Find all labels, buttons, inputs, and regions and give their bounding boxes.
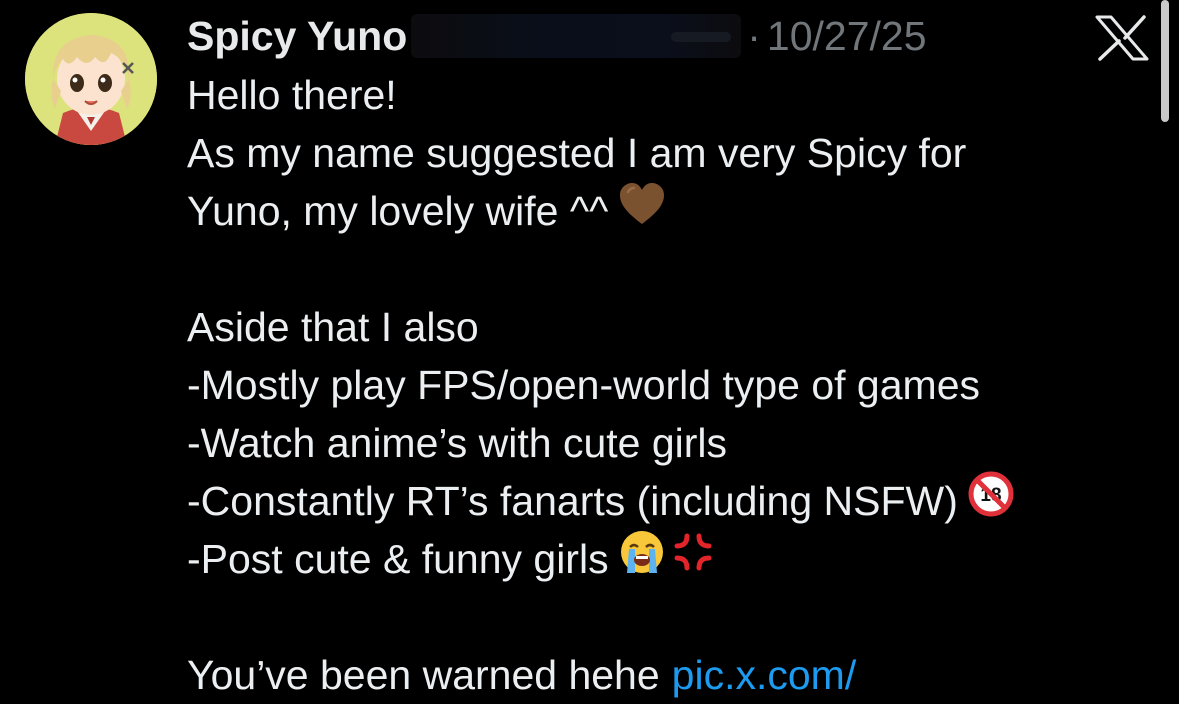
text-line: Hello there! [187, 72, 397, 118]
text-line: Aside that I also [187, 304, 479, 350]
text-line: As my name suggested I am very Spicy for [187, 130, 967, 176]
list-item: -Post cute & funny girls [187, 530, 1157, 588]
media-link[interactable]: pic.x.com/ [672, 646, 857, 704]
display-name[interactable]: Spicy Yuno [187, 13, 407, 60]
scrollbar-thumb[interactable] [1161, 0, 1169, 122]
list-item: -Constantly RT’s fanarts (including NSFW… [187, 471, 1157, 532]
post-header: Spicy Yuno · 10/27/25 [187, 8, 927, 64]
loudly-crying-face-icon [619, 529, 665, 590]
avatar[interactable] [25, 13, 157, 145]
separator-dot: · [747, 12, 761, 59]
text-line: Yuno, my lovely wife ^^ [187, 182, 1157, 240]
no-under-eighteen-icon: 18 [968, 471, 1014, 532]
anger-symbol-icon [671, 530, 715, 589]
post-date[interactable]: 10/27/25 [767, 13, 927, 60]
list-item: -Mostly play FPS/open-world type of game… [187, 362, 980, 408]
brown-heart-icon [618, 182, 666, 241]
avatar-image [25, 13, 157, 145]
text-line: You’ve been warned hehe pic.x.com/ [187, 646, 1157, 704]
post-text: Hello there! As my name suggested I am v… [187, 66, 1157, 704]
x-logo-icon[interactable] [1094, 14, 1150, 62]
redacted-handle [411, 14, 742, 58]
list-item: -Watch anime’s with cute girls [187, 420, 728, 466]
